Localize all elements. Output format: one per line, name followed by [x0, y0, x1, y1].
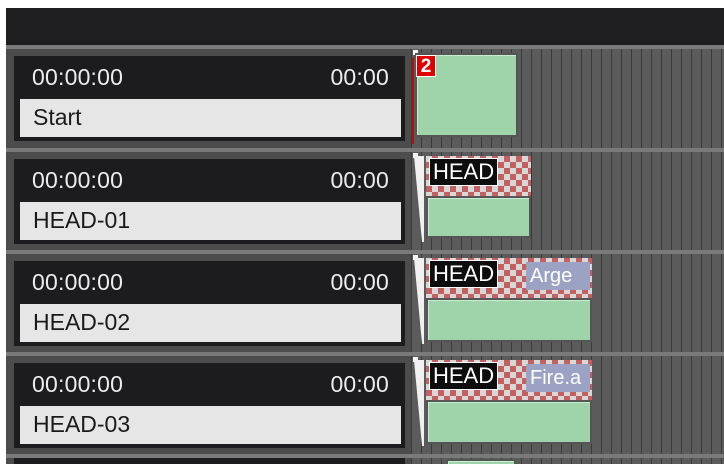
- track-start-time: 00:00:00: [32, 371, 124, 397]
- track-start-time: 00:00:00: [32, 64, 124, 90]
- marker-badge[interactable]: 2: [416, 55, 436, 77]
- track-name-field[interactable]: Start: [20, 99, 401, 137]
- clip-label: HEAD: [429, 362, 499, 390]
- fade-ramp: [414, 258, 424, 344]
- track-start-time: 00:00:00: [32, 167, 124, 193]
- track-name: Start: [33, 104, 82, 130]
- track-row-head-03: 00:00:00 00:00 HEAD-03: [6, 356, 724, 457]
- clip-head-02[interactable]: HEAD Arge: [426, 258, 592, 298]
- clip-label: HEAD: [429, 260, 499, 288]
- track-row-head-02: 00:00:00 00:00 HEAD-02: [6, 254, 724, 355]
- track-duration: 00:00: [330, 64, 389, 90]
- clip-file-name: Arge: [526, 262, 590, 290]
- clip-body-01[interactable]: [426, 196, 531, 238]
- clip-file-name: Fire.a: [526, 364, 590, 392]
- track-row-start: 00:00:00 00:00 Start: [6, 49, 724, 150]
- clip-head-03[interactable]: HEAD Fire.a: [426, 360, 592, 400]
- track-duration: 00:00: [330, 167, 389, 193]
- clip-body-02[interactable]: [426, 298, 592, 342]
- track-name: HEAD-03: [33, 411, 131, 437]
- track-name: HEAD-01: [33, 207, 131, 233]
- track-duration: 00:00: [330, 371, 389, 397]
- track-header[interactable]: 00:00:00 00:00 HEAD-03: [14, 363, 405, 448]
- track-duration: 00:00: [330, 269, 389, 295]
- track-start-time: 00:00:00: [32, 269, 124, 295]
- track-header-partial: [14, 458, 405, 464]
- track-name: HEAD-02: [33, 309, 131, 335]
- playhead-edge: [412, 58, 414, 144]
- fade-ramp: [414, 156, 424, 242]
- clip-partial: [446, 459, 516, 464]
- track-row-head-01: 00:00:00 00:00 HEAD-01: [6, 152, 724, 253]
- track-header[interactable]: 00:00:00 00:00 HEAD-02: [14, 261, 405, 346]
- track-name-field[interactable]: HEAD-01: [20, 202, 401, 240]
- clip-body-03[interactable]: [426, 400, 592, 444]
- track-header[interactable]: 00:00:00 00:00 Start: [14, 56, 405, 141]
- track-header[interactable]: 00:00:00 00:00 HEAD-01: [14, 159, 405, 244]
- timeline-window: 00:00:00 00:00 Start 2 00:00:00 00:00 HE…: [6, 8, 724, 464]
- track-name-field[interactable]: HEAD-03: [20, 406, 401, 444]
- clip-head-01[interactable]: HEAD: [426, 156, 531, 196]
- track-name-field[interactable]: HEAD-02: [20, 304, 401, 342]
- fade-ramp: [414, 360, 424, 446]
- clip-label: HEAD: [429, 158, 499, 186]
- timeline-toolbar: [6, 8, 724, 45]
